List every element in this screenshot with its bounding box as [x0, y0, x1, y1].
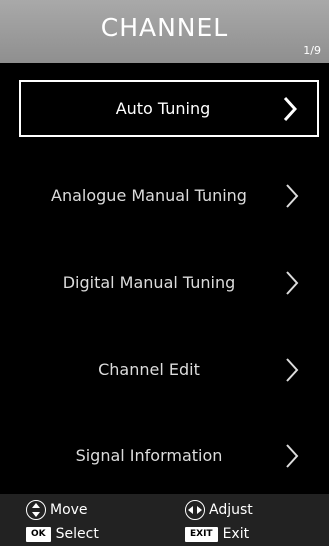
adjust-hint: Adjust: [185, 500, 253, 520]
chevron-right-icon: [286, 183, 299, 208]
menu-item-analogue-manual-tuning[interactable]: Analogue Manual Tuning: [19, 167, 319, 224]
up-down-arrows-icon: [26, 500, 46, 520]
chevron-right-icon: [286, 270, 299, 295]
page-indicator: 1/9: [303, 44, 321, 57]
chevron-right-icon: [286, 443, 299, 468]
menu-item-auto-tuning[interactable]: Auto Tuning: [19, 80, 319, 137]
adjust-hint-label: Adjust: [209, 502, 253, 518]
move-hint: Move: [26, 500, 88, 520]
page-title: CHANNEL: [100, 13, 229, 42]
exit-hint: EXIT Exit: [185, 526, 249, 542]
channel-menu-screen: CHANNEL 1/9 Auto Tuning Analogue Manual …: [0, 0, 329, 546]
select-hint-label: Select: [55, 526, 99, 542]
menu-item-signal-information[interactable]: Signal Information: [19, 427, 319, 484]
chevron-right-icon: [286, 357, 299, 382]
menu-item-digital-manual-tuning[interactable]: Digital Manual Tuning: [19, 254, 319, 311]
menu-item-label: Digital Manual Tuning: [62, 273, 236, 292]
menu-item-channel-edit[interactable]: Channel Edit: [19, 341, 319, 398]
menu-item-label: Signal Information: [75, 446, 223, 465]
select-hint: OK Select: [26, 526, 99, 542]
menu-item-label: Analogue Manual Tuning: [51, 186, 247, 205]
move-hint-label: Move: [50, 502, 88, 518]
exit-hint-label: Exit: [222, 526, 250, 542]
left-right-arrows-icon: [185, 500, 205, 520]
chevron-right-icon: [283, 96, 297, 121]
channel-menu: Auto Tuning Analogue Manual Tuning Digit…: [0, 63, 329, 494]
header-bar: CHANNEL 1/9: [0, 0, 329, 63]
menu-item-label: Channel Edit: [98, 360, 200, 379]
ok-key-icon: OK: [26, 526, 51, 542]
exit-key-icon: EXIT: [185, 526, 218, 542]
menu-item-label: Auto Tuning: [115, 99, 211, 118]
footer-hint-bar: Move Adjust OK Select EXIT Exit: [0, 494, 329, 546]
